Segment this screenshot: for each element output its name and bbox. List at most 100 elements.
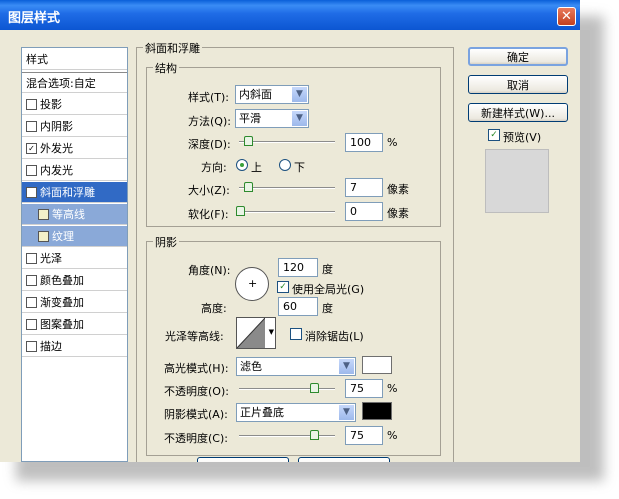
style-item-bevel-emboss[interactable]: ✓ 斜面和浮雕 [22,182,127,203]
checkbox-icon[interactable] [26,318,37,330]
checkbox-icon[interactable]: ✓ [26,142,37,154]
chevron-down-icon: ▼ [292,111,307,126]
crosshair-icon: + [248,277,258,290]
preview-swatch [485,149,549,213]
angle-input[interactable]: 120 [278,258,318,277]
chevron-down-icon: ▼ [339,405,354,420]
checkbox-icon[interactable] [38,230,49,242]
checkbox-icon[interactable] [26,252,37,264]
global-light-checkbox[interactable]: ✓ [277,281,289,293]
blend-options-item[interactable]: 混合选项:自定 [22,72,127,93]
highlight-mode-select[interactable]: 滤色 ▼ [236,357,356,376]
style-item-outer-glow[interactable]: ✓ 外发光 [22,138,127,159]
chevron-down-icon: ▼ [292,87,307,102]
close-button[interactable]: ✕ [557,7,576,26]
style-item-color-overlay[interactable]: 颜色叠加 [22,270,127,291]
chevron-down-icon: ▼ [268,328,274,336]
altitude-input[interactable]: 60 [278,297,318,316]
style-select[interactable]: 内斜面 ▼ [235,85,309,104]
checkbox-icon[interactable] [26,120,37,132]
style-item-inner-shadow[interactable]: 内阴影 [22,116,127,137]
shadow-opacity-slider-track[interactable] [239,435,335,437]
soften-input[interactable]: 0 [345,202,383,221]
style-item-contour[interactable]: 等高线 [22,204,127,225]
checkbox-icon[interactable] [26,98,37,110]
contour-preview-icon [237,318,265,348]
highlight-mode-label: 高光模式(H): [164,362,229,375]
technique-select[interactable]: 平滑 ▼ [235,109,309,128]
shadow-color-swatch[interactable] [362,402,392,420]
direction-label: 方向: [201,161,227,174]
reset-default-button[interactable] [298,457,390,462]
structure-title: 结构 [153,60,179,76]
gloss-contour-picker[interactable]: ▼ [236,317,276,349]
styles-list: 样式 混合选项:自定 投影 内阴影 ✓ 外发光 内发光 ✓ 斜面和浮雕 等高线 纹理… [21,47,128,462]
shadow-mode-label: 阴影模式(A): [164,408,228,421]
direction-up-label: 上 [251,161,262,174]
technique-label: 方法(Q): [188,115,231,128]
direction-down-label: 下 [294,161,305,174]
angle-label: 角度(N): [188,264,231,277]
shading-title: 阴影 [153,234,179,250]
window-title: 图层样式 [8,11,61,26]
title-bar[interactable]: 图层样式 ✕ [0,0,580,30]
ok-button[interactable]: 确定 [468,47,568,66]
shadow-mode-select[interactable]: 正片叠底 ▼ [236,403,356,422]
gloss-contour-label: 光泽等高线: [165,330,224,343]
chevron-down-icon: ▼ [339,359,354,374]
antialias-label: 消除锯齿(L) [305,330,364,343]
checkbox-icon[interactable] [38,208,49,220]
antialias-checkbox[interactable] [290,328,302,340]
global-light-label: 使用全局光(G) [292,283,365,296]
preview-checkbox[interactable]: ✓ [488,129,500,141]
direction-down-radio[interactable] [279,159,291,171]
style-item-stroke[interactable]: 描边 [22,336,127,357]
altitude-unit: 度 [322,302,333,315]
size-input[interactable]: 7 [345,178,383,197]
soften-slider-thumb[interactable] [236,206,245,216]
size-slider-track[interactable] [239,187,335,189]
highlight-color-swatch[interactable] [362,356,392,374]
cancel-button[interactable]: 取消 [468,75,568,94]
make-default-button[interactable] [197,457,289,462]
checkbox-icon[interactable] [26,164,37,176]
shadow-opacity-label: 不透明度(C): [164,432,228,445]
highlight-opacity-slider-thumb[interactable] [310,383,319,393]
highlight-opacity-label: 不透明度(O): [164,385,229,398]
style-item-inner-glow[interactable]: 内发光 [22,160,127,181]
altitude-label: 高度: [201,302,227,315]
depth-input[interactable]: 100 [345,133,383,152]
checkbox-icon[interactable] [26,296,37,308]
highlight-opacity-unit: % [387,382,398,395]
style-item-drop-shadow[interactable]: 投影 [22,94,127,115]
styles-header[interactable]: 样式 [22,48,127,70]
depth-slider-track[interactable] [239,141,335,143]
highlight-opacity-input[interactable]: 75 [345,379,383,398]
depth-unit: % [387,136,398,149]
style-item-pattern-overlay[interactable]: 图案叠加 [22,314,127,335]
shadow-opacity-input[interactable]: 75 [345,426,383,445]
checkbox-icon[interactable]: ✓ [26,186,37,198]
checkbox-icon[interactable] [26,340,37,352]
shadow-opacity-slider-thumb[interactable] [310,430,319,440]
size-unit: 像素 [387,183,409,196]
size-slider-thumb[interactable] [244,182,253,192]
checkbox-icon[interactable] [26,274,37,286]
soften-label: 软化(F): [188,208,229,221]
preview-label: 预览(V) [503,131,542,144]
depth-slider-thumb[interactable] [244,136,253,146]
direction-up-radio[interactable] [236,159,248,171]
depth-label: 深度(D): [188,138,231,151]
style-item-satin[interactable]: 光泽 [22,248,127,269]
style-item-texture[interactable]: 纹理 [22,226,127,247]
new-style-button[interactable]: 新建样式(W)... [468,103,568,122]
style-item-gradient-overlay[interactable]: 渐变叠加 [22,292,127,313]
close-icon: ✕ [561,9,572,24]
size-label: 大小(Z): [188,184,230,197]
soften-unit: 像素 [387,207,409,220]
angle-dial[interactable]: + [235,267,269,301]
angle-unit: 度 [322,263,333,276]
shadow-opacity-unit: % [387,429,398,442]
soften-slider-track[interactable] [239,211,335,213]
highlight-opacity-slider-track[interactable] [239,388,335,390]
